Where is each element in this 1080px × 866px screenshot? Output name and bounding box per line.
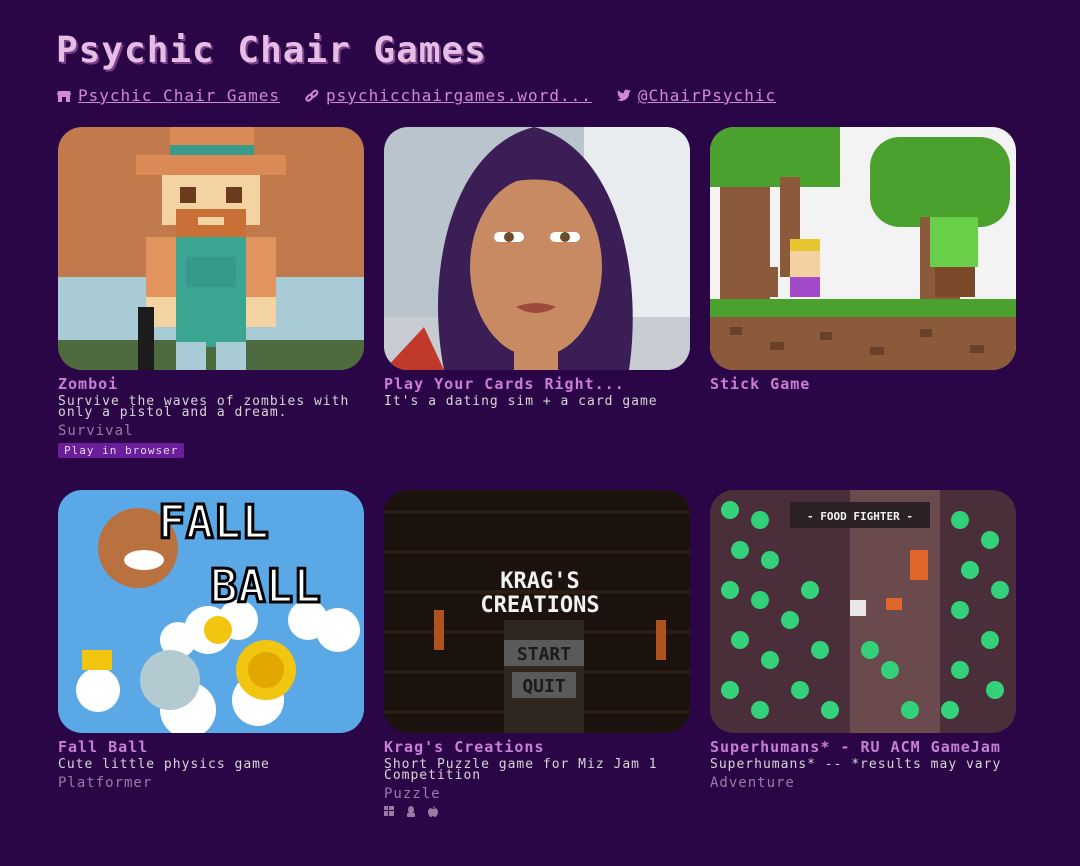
fall-ball-title-line2: BALL <box>210 559 321 613</box>
game-description: It's a dating sim + a card game <box>384 394 658 409</box>
krag-quit-button: QUIT <box>522 676 566 697</box>
game-genre: Puzzle <box>384 786 441 802</box>
game-genre: Platformer <box>58 775 153 791</box>
fall-ball-title-line1: FALL <box>158 495 269 549</box>
krag-title-line1: KRAG'S <box>500 569 579 594</box>
food-fighter-title: - FOOD FIGHTER - <box>807 510 913 523</box>
game-card-zomboi[interactable]: Zomboi Survive the waves of zombies with… <box>58 127 364 458</box>
twitter-link-text[interactable]: @ChairPsychic <box>638 86 776 105</box>
game-thumbnail[interactable] <box>710 127 1016 370</box>
game-card-superhumans[interactable]: - FOOD FIGHTER - Superhumans* - RU ACM G… <box>710 490 1016 791</box>
linux-icon <box>406 806 416 820</box>
game-card-krags-creations[interactable]: KRAG'S CREATIONS START QUIT Krag's Creat… <box>384 490 690 820</box>
game-genre: Survival <box>58 423 134 439</box>
game-genre: Adventure <box>710 775 795 791</box>
store-icon <box>56 88 72 104</box>
game-description: Survive the waves of zombies with only a… <box>58 394 350 420</box>
twitter-icon <box>616 88 632 104</box>
krag-title-line2: CREATIONS <box>480 593 599 618</box>
game-title[interactable]: Play Your Cards Right... <box>384 377 690 392</box>
play-in-browser-badge: Play in browser <box>58 443 185 458</box>
game-thumbnail[interactable]: FALL BALL <box>58 490 364 733</box>
store-link[interactable]: Psychic Chair Games <box>56 86 280 105</box>
platform-icons <box>384 806 690 820</box>
apple-icon <box>428 806 438 820</box>
game-title[interactable]: Krag's Creations <box>384 740 690 755</box>
link-icon <box>304 88 320 104</box>
game-title[interactable]: Superhumans* - RU ACM GameJam <box>710 740 1016 755</box>
game-description: Short Puzzle game for Miz Jam 1 Competit… <box>384 757 658 783</box>
page: Psychic Chair Games Psychic Chair Games … <box>0 0 1080 866</box>
game-description: Cute little physics game <box>58 757 270 772</box>
twitter-link[interactable]: @ChairPsychic <box>616 86 776 105</box>
krag-start-button: START <box>517 644 571 665</box>
game-thumbnail[interactable]: KRAG'S CREATIONS START QUIT <box>384 490 690 733</box>
game-card-play-your-cards-right[interactable]: Play Your Cards Right... It's a dating s… <box>384 127 690 409</box>
game-title[interactable]: Fall Ball <box>58 740 364 755</box>
page-title: Psychic Chair Games <box>56 30 487 71</box>
game-thumbnail[interactable] <box>58 127 364 370</box>
game-card-stick-game[interactable]: Stick Game <box>710 127 1016 392</box>
windows-icon <box>384 806 394 820</box>
game-title[interactable]: Zomboi <box>58 377 364 392</box>
header-links: Psychic Chair Games psychicchairgames.wo… <box>56 86 800 105</box>
website-link[interactable]: psychicchairgames.word... <box>304 86 592 105</box>
game-thumbnail[interactable] <box>384 127 690 370</box>
game-description: Superhumans* -- *results may vary <box>710 757 1002 772</box>
website-link-text[interactable]: psychicchairgames.word... <box>326 86 592 105</box>
game-thumbnail[interactable]: - FOOD FIGHTER - <box>710 490 1016 733</box>
game-card-fall-ball[interactable]: FALL BALL Fall Ball Cute little physics … <box>58 490 364 791</box>
store-link-text[interactable]: Psychic Chair Games <box>78 86 280 105</box>
game-title[interactable]: Stick Game <box>710 377 1016 392</box>
